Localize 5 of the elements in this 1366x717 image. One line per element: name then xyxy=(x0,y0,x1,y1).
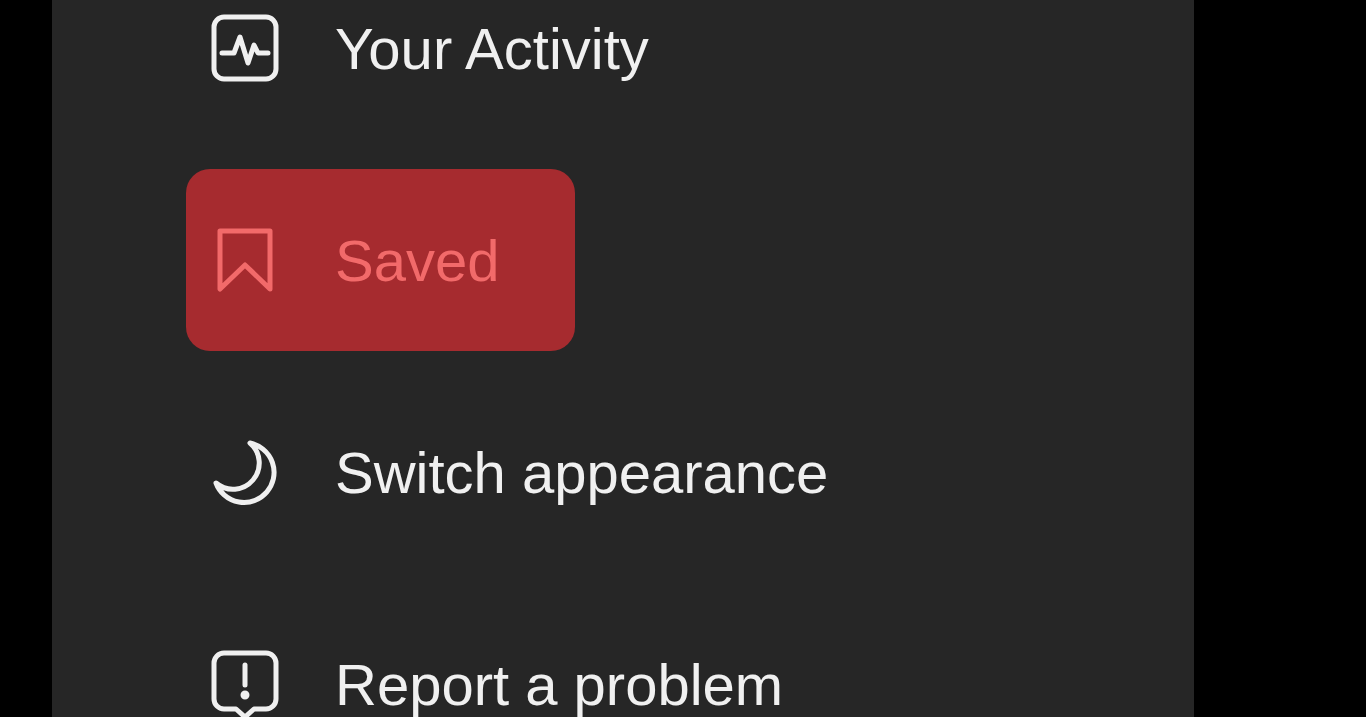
menu-item[interactable]: Your Activity xyxy=(186,0,725,139)
menu-item[interactable]: Report a problem xyxy=(186,593,860,717)
menu-item[interactable]: Switch appearance xyxy=(186,381,905,563)
activity-icon xyxy=(210,13,280,83)
report-icon xyxy=(210,649,280,717)
